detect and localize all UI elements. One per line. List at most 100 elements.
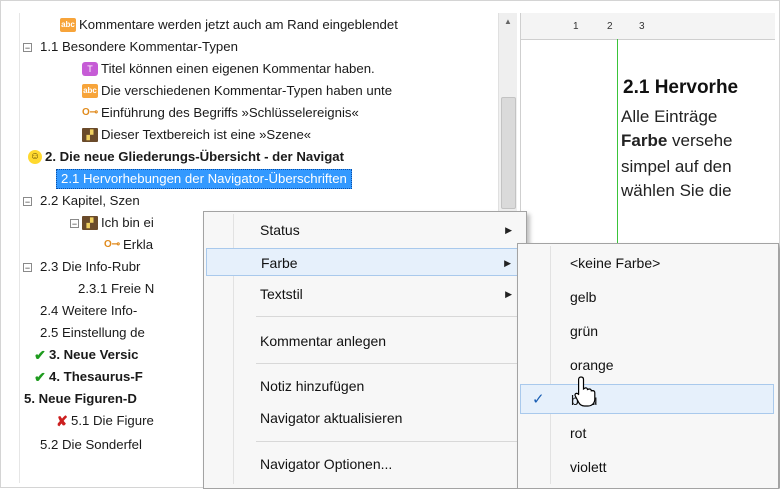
key-icon: O⊸ [82, 106, 99, 118]
tree-item-label: 1.1 Besondere Kommentar-Typen [40, 38, 238, 54]
menu-item-label: Navigator Optionen... [260, 456, 393, 472]
color-option-violett[interactable]: violett [520, 452, 774, 482]
collapse-icon[interactable]: − [23, 43, 32, 53]
menu-item-label: Navigator aktualisieren [260, 410, 403, 426]
tree-item-label: 2. Die neue Gliederungs-Übersicht - der … [45, 148, 344, 164]
tree-item[interactable]: ☺ 2. Die neue Gliederungs-Übersicht - der… [28, 145, 344, 167]
color-option-gruen[interactable]: grün [520, 316, 774, 346]
menu-item-status[interactable]: Status ▶ [206, 216, 522, 244]
document-heading: 2.1 Hervorhe [623, 77, 739, 98]
menu-item-label: Textstil [260, 286, 303, 302]
menu-item-notiz-hinzufuegen[interactable]: Notiz hinzufügen [206, 372, 522, 400]
tree-item-label: 2.2 Kapitel, Szen [40, 192, 140, 208]
color-submenu: <keine Farbe> gelb grün orange ✓blau rot… [517, 243, 779, 489]
menu-item-farbe[interactable]: Farbe ▶ [206, 248, 522, 276]
tree-item[interactable]: 2.4 Weitere Info- [40, 299, 137, 321]
hand-cursor-icon [574, 376, 596, 407]
smiley-icon: ☺ [28, 149, 42, 164]
tree-item[interactable]: ✔ 4. Thesaurus-F [34, 365, 143, 387]
tree-item-label: 5.1 Die Figure [71, 412, 154, 428]
menu-item-navigator-aktualisieren[interactable]: Navigator aktualisieren [206, 404, 522, 432]
app-window: abc Kommentare werden jetzt auch am Rand … [0, 0, 780, 489]
submenu-arrow-icon: ▶ [505, 289, 512, 299]
menu-separator [256, 316, 518, 317]
menu-item-kommentar-anlegen[interactable]: Kommentar anlegen [206, 327, 522, 355]
color-option-label: gelb [570, 289, 597, 305]
tree-item[interactable]: ✘ 5.1 Die Figure [56, 409, 154, 431]
bold-word: Farbe [621, 131, 668, 150]
tree-item[interactable]: 2.3.1 Freie N [78, 277, 154, 299]
speech-bubble-icon: T [82, 61, 98, 76]
tree-item-label: Titel können einen eigenen Kommentar hab… [101, 60, 375, 76]
tree-item[interactable]: O⊸ Einführung des Begriffs »Schlüsselerei… [82, 101, 359, 123]
check-icon: ✔ [34, 346, 46, 363]
menu-item-label: Farbe [261, 255, 298, 271]
tree-item[interactable]: T Titel können einen eigenen Kommentar ha… [82, 57, 375, 79]
menu-item-textstil[interactable]: Textstil ▶ [206, 280, 522, 308]
tree-item[interactable]: ▞ Ich bin ei [82, 211, 154, 233]
menu-item-label: Notiz hinzufügen [260, 378, 365, 394]
tree-item-label: 2.3 Die Info-Rubr [40, 258, 141, 274]
ruler: 1 2 3 [521, 13, 775, 40]
color-option-none[interactable]: <keine Farbe> [520, 248, 774, 278]
tree-item[interactable]: ▞ Dieser Textbereich ist eine »Szene« [82, 123, 311, 145]
menu-item-label: Status [260, 222, 300, 238]
submenu-arrow-icon: ▶ [504, 258, 511, 268]
context-menu: Status ▶ Farbe ▶ Textstil ▶ Kommentar anleg… [203, 211, 527, 489]
tree-item-selected[interactable]: 2.1 Hervorhebungen der Navigator-Übersch… [56, 167, 352, 189]
key-icon: O⊸ [104, 238, 121, 250]
tree-item-label: 5.2 Die Sonderfel [40, 436, 142, 452]
collapse-icon[interactable]: − [23, 263, 32, 273]
menu-separator [256, 441, 518, 442]
color-option-gelb[interactable]: gelb [520, 282, 774, 312]
tree-item[interactable]: O⊸ Erkla [104, 233, 153, 255]
menu-separator [256, 363, 518, 364]
scroll-thumb[interactable] [501, 97, 516, 209]
red-x-icon: ✘ [56, 412, 68, 429]
scroll-up-icon[interactable]: ▲ [499, 13, 517, 31]
tree-item-label: Dieser Textbereich ist eine »Szene« [101, 126, 312, 142]
tree-item[interactable]: abc Die verschiedenen Kommentar-Typen hab… [82, 79, 392, 101]
collapse-icon[interactable]: − [23, 197, 32, 207]
tree-item[interactable]: 2.3 Die Info-Rubr [40, 255, 140, 277]
tree-item-label: 2.5 Einstellung de [40, 324, 145, 340]
tree-item[interactable]: 5. Neue Figuren-D [24, 387, 137, 409]
tree-item[interactable]: abc Kommentare werden jetzt auch am Rand … [60, 13, 398, 35]
color-option-label: grün [570, 323, 599, 339]
color-option-label: rot [570, 425, 587, 441]
tree-item-label: Einführung des Begriffs »Schlüsselereign… [101, 104, 359, 120]
document-text: Alle Einträge [621, 107, 718, 126]
ruler-label: 2 [607, 21, 613, 32]
collapse-icon[interactable]: − [70, 219, 79, 229]
tree-item-label: Die verschiedenen Kommentar-Typen haben … [101, 82, 393, 98]
tree-item-label: Kommentare werden jetzt auch am Rand ein… [79, 16, 398, 32]
clapper-icon: ▞ [82, 215, 98, 230]
tree-item-label: 3. Neue Versic [49, 346, 139, 362]
check-icon: ✔ [34, 368, 46, 385]
document-text: Farbe versehe [621, 131, 733, 151]
checkmark-icon: ✓ [532, 391, 545, 408]
tree-item[interactable]: 2.2 Kapitel, Szen [40, 189, 140, 211]
document-text: wählen Sie die [621, 181, 732, 200]
clapper-icon: ▞ [82, 127, 98, 142]
tree-item[interactable]: 5.2 Die Sonderfel [40, 433, 142, 455]
text-fragment: versehe [667, 131, 733, 150]
menu-item-navigator-optionen[interactable]: Navigator Optionen... [206, 450, 522, 478]
tree-item[interactable]: 2.5 Einstellung de [40, 321, 145, 343]
menu-item-label: Kommentar anlegen [260, 333, 387, 349]
color-option-orange[interactable]: orange [520, 350, 774, 380]
submenu-arrow-icon: ▶ [505, 225, 512, 235]
tree-item-label: 2.4 Weitere Info- [40, 302, 138, 318]
color-option-rot[interactable]: rot [520, 418, 774, 448]
tree-item[interactable]: ✔ 3. Neue Versic [34, 343, 138, 365]
document-text: simpel auf den [621, 157, 732, 176]
ruler-label: 3 [639, 21, 645, 32]
tree-item-label: 2.3.1 Freie N [78, 280, 155, 296]
color-option-label: violett [570, 459, 607, 475]
tree-item-label: 5. Neue Figuren-D [24, 390, 137, 406]
tree-item-label: Ich bin ei [101, 214, 154, 230]
abc-icon: abc [60, 17, 76, 32]
tree-item[interactable]: 1.1 Besondere Kommentar-Typen [40, 35, 238, 57]
color-option-blau[interactable]: ✓blau [520, 384, 774, 414]
tree-item-label: 2.1 Hervorhebungen der Navigator-Übersch… [56, 168, 352, 189]
